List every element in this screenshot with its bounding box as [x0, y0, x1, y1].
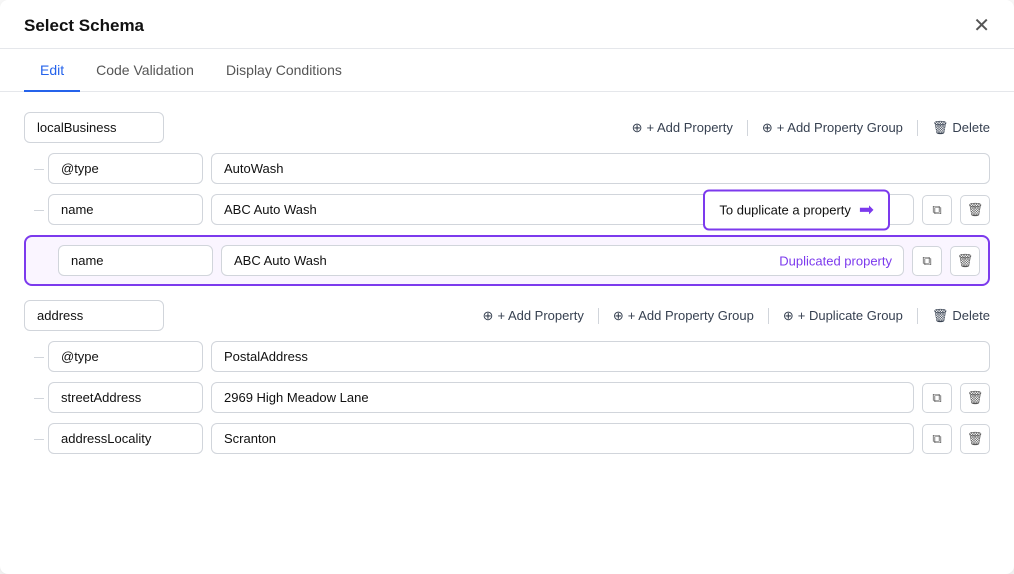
copy-icon-street: ⧉ — [932, 390, 941, 406]
divider-3 — [598, 308, 599, 324]
plus-circle-icon-3: ⊕ — [483, 308, 494, 324]
delete-street-button[interactable]: 🗑 — [960, 383, 990, 413]
prop-key-type[interactable] — [48, 153, 203, 184]
sub-prop-value-postal: PostalAddress — [211, 341, 990, 372]
plus-circle-icon-4: ⊕ — [613, 308, 624, 324]
sub-prop-key-type[interactable] — [48, 341, 203, 372]
property-row-duplicated: Duplicated property ⧉ 🗑 — [24, 235, 990, 286]
trash-icon-sub: 🗑 — [932, 308, 949, 324]
prop-key-name-dup[interactable] — [58, 245, 213, 276]
sub-prop-row-locality: ⧉ 🗑 — [24, 423, 990, 454]
copy-duplicated-button[interactable]: ⧉ — [912, 246, 942, 276]
tab-display-conditions[interactable]: Display Conditions — [210, 50, 358, 92]
property-row-name: To duplicate a property ➡ ⧉ 🗑 — [24, 194, 990, 225]
plus-circle-icon-2: ⊕ — [762, 120, 773, 136]
sub-prop-key-locality[interactable] — [48, 423, 203, 454]
trash-icon: 🗑 — [967, 202, 984, 218]
trash-icon-dup: 🗑 — [957, 253, 974, 269]
trash-icon-street: 🗑 — [967, 390, 984, 406]
sub-add-property-button[interactable]: ⊕ + Add Property — [483, 308, 584, 324]
prop-value-autowash[interactable] — [211, 153, 990, 184]
copy-property-button[interactable]: ⧉ — [922, 195, 952, 225]
tabs-bar: Edit Code Validation Display Conditions — [0, 49, 1014, 92]
sub-prop-row-street: ⧉ 🗑 — [24, 382, 990, 413]
delete-locality-button[interactable]: 🗑 — [960, 424, 990, 454]
modal-header: Select Schema ✕ — [0, 0, 1014, 49]
modal-body: ⊕ + Add Property ⊕ + Add Property Group … — [0, 92, 1014, 484]
trash-icon-locality: 🗑 — [967, 431, 984, 447]
sub-group-name-input[interactable] — [24, 300, 164, 331]
duplicate-callout: To duplicate a property ➡ — [703, 189, 890, 230]
modal-title: Select Schema — [24, 16, 144, 48]
top-group-header: ⊕ + Add Property ⊕ + Add Property Group … — [24, 112, 990, 143]
copy-street-button[interactable]: ⧉ — [922, 383, 952, 413]
prop-value-abc-dup[interactable] — [221, 245, 904, 276]
tab-edit[interactable]: Edit — [24, 50, 80, 92]
divider — [747, 120, 748, 136]
sub-group-header: ⊕ + Add Property ⊕ + Add Property Group … — [24, 300, 990, 331]
top-group-actions: ⊕ + Add Property ⊕ + Add Property Group … — [632, 120, 990, 136]
dup-value-wrapper: Duplicated property — [221, 245, 904, 276]
divider-4 — [768, 308, 769, 324]
modal: Select Schema ✕ Edit Code Validation Dis… — [0, 0, 1014, 574]
top-group-delete-button[interactable]: 🗑 Delete — [932, 120, 990, 136]
prop-key-name[interactable] — [48, 194, 203, 225]
sub-prop-value-locality[interactable] — [211, 423, 914, 454]
top-group-add-property-group-button[interactable]: ⊕ + Add Property Group — [762, 120, 903, 136]
sub-duplicate-group-button[interactable]: ⊕ + Duplicate Group — [783, 308, 903, 324]
top-group-name-input[interactable] — [24, 112, 164, 143]
copy-icon: ⧉ — [932, 202, 941, 218]
sub-group-address: ⊕ + Add Property ⊕ + Add Property Group … — [24, 300, 990, 454]
property-row-type — [24, 153, 990, 184]
sub-prop-value-street[interactable] — [211, 382, 914, 413]
callout-arrow-icon: ➡ — [859, 199, 874, 220]
copy-icon-dup: ⧉ — [922, 253, 931, 269]
sub-group-actions: ⊕ + Add Property ⊕ + Add Property Group … — [483, 308, 990, 324]
plus-circle-icon-5: ⊕ — [783, 308, 794, 324]
close-button[interactable]: ✕ — [973, 16, 990, 48]
trash-icon-top: 🗑 — [932, 120, 949, 136]
plus-circle-icon: ⊕ — [632, 120, 643, 136]
sub-prop-key-street[interactable] — [48, 382, 203, 413]
delete-property-button[interactable]: 🗑 — [960, 195, 990, 225]
divider-2 — [917, 120, 918, 136]
sub-add-property-group-button[interactable]: ⊕ + Add Property Group — [613, 308, 754, 324]
sub-prop-row-type: PostalAddress — [24, 341, 990, 372]
callout-text: To duplicate a property — [719, 202, 851, 217]
copy-icon-locality: ⧉ — [932, 431, 941, 447]
copy-locality-button[interactable]: ⧉ — [922, 424, 952, 454]
delete-duplicated-button[interactable]: 🗑 — [950, 246, 980, 276]
sub-delete-button[interactable]: 🗑 Delete — [932, 308, 990, 324]
top-group-add-property-button[interactable]: ⊕ + Add Property — [632, 120, 733, 136]
divider-5 — [917, 308, 918, 324]
tab-code-validation[interactable]: Code Validation — [80, 50, 210, 92]
